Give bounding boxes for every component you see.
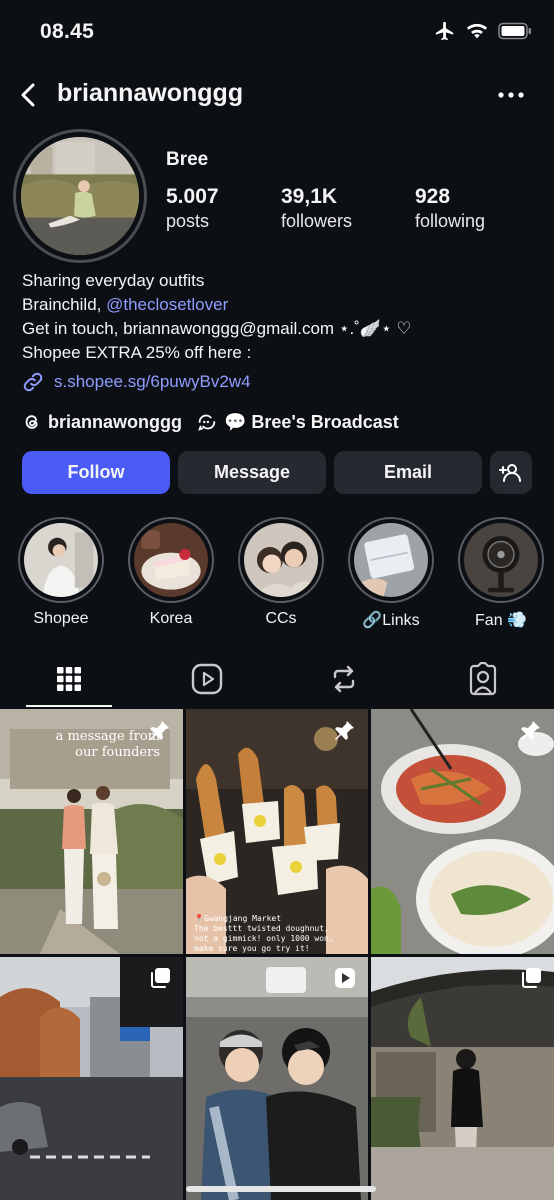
post-caption: a message from our founders xyxy=(55,729,160,760)
highlight-cover xyxy=(244,523,318,597)
post-caption: 📍Gwangjang Market The besttt twisted dou… xyxy=(194,914,334,953)
active-tab-indicator xyxy=(26,705,112,707)
highlight-ring xyxy=(18,517,104,603)
highlight-cover xyxy=(354,523,428,597)
threads-link[interactable]: briannawonggg xyxy=(22,412,182,433)
home-indicator[interactable] xyxy=(186,1186,376,1192)
airplane-icon xyxy=(435,21,454,41)
profile-avatar[interactable] xyxy=(13,129,147,263)
stat-label: followers xyxy=(281,211,353,231)
highlight-cover xyxy=(24,523,98,597)
stat-value: 928 xyxy=(415,185,451,208)
highlight-label: Shopee xyxy=(33,610,89,627)
profile-channels: briannawonggg 💬 Bree's Broadcast xyxy=(22,411,413,433)
post-tile[interactable]: 📍Gwangjang Market The besttt twisted dou… xyxy=(186,709,368,954)
post-tile[interactable] xyxy=(371,957,554,1200)
highlight-label: Korea xyxy=(149,610,193,627)
profile-header: briannawonggg xyxy=(0,72,554,118)
display-name: Bree xyxy=(166,149,209,170)
highlight-label: CCs xyxy=(265,610,297,627)
stat-following[interactable]: 928 following xyxy=(415,185,485,232)
back-icon[interactable] xyxy=(14,80,44,110)
link-icon xyxy=(23,372,43,392)
tagged-icon[interactable] xyxy=(466,662,500,696)
highlight-links[interactable]: 🔗Links xyxy=(348,517,434,630)
message-button[interactable]: Message xyxy=(178,451,326,494)
threads-handle: briannawonggg xyxy=(48,411,182,432)
reel-icon xyxy=(335,968,355,988)
pin-icon xyxy=(150,721,169,740)
threads-icon xyxy=(25,415,38,429)
highlight-cover xyxy=(134,523,208,597)
external-link[interactable]: s.shopee.sg/6puwyBv2w4 xyxy=(22,371,251,393)
stat-followers[interactable]: 39,1K followers xyxy=(281,185,352,232)
stat-value: 39,1K xyxy=(281,185,338,208)
bio-text: Brainchild, xyxy=(22,295,107,314)
suggest-people-button[interactable] xyxy=(490,451,532,494)
add-person-icon xyxy=(499,463,521,482)
highlight-shopee[interactable]: Shopee xyxy=(18,517,104,628)
reposts-icon[interactable] xyxy=(327,662,361,696)
status-time: 08.45 xyxy=(40,20,95,43)
header-username: briannawonggg xyxy=(57,79,244,107)
pin-icon xyxy=(521,721,540,740)
post-tile[interactable] xyxy=(371,709,554,954)
stat-label: following xyxy=(415,211,486,231)
pin-icon xyxy=(335,721,354,740)
status-bar: 08.45 xyxy=(0,0,554,66)
post-tile[interactable] xyxy=(186,957,368,1200)
highlight-ccs[interactable]: CCs xyxy=(238,517,324,628)
highlight-ring xyxy=(348,517,434,603)
highlight-label: Fan 💨 xyxy=(475,612,527,629)
bio-mention-link[interactable]: @theclosetlover xyxy=(106,295,228,314)
broadcast-icon xyxy=(198,414,216,431)
follow-button[interactable]: Follow xyxy=(22,451,170,494)
bio-line: Shopee EXTRA 25% off here : xyxy=(22,343,252,362)
profile-bio: Sharing everyday outfits Brainchild, @th… xyxy=(22,269,542,365)
highlight-ring xyxy=(238,517,324,603)
broadcast-name: 💬 Bree's Broadcast xyxy=(224,411,399,432)
battery-icon xyxy=(498,22,531,40)
status-icons xyxy=(434,20,532,42)
more-options-icon[interactable] xyxy=(496,80,526,110)
wifi-icon xyxy=(466,23,488,39)
avatar-photo xyxy=(21,137,139,255)
highlight-korea[interactable]: Korea xyxy=(128,517,214,628)
broadcast-channel-link[interactable]: 💬 Bree's Broadcast xyxy=(196,411,399,433)
highlight-ring xyxy=(128,517,214,603)
post-tile[interactable]: a message from our founders xyxy=(0,709,183,954)
carousel-icon xyxy=(151,968,170,988)
carousel-icon xyxy=(522,968,541,988)
bio-line: Sharing everyday outfits xyxy=(22,271,205,290)
email-button[interactable]: Email xyxy=(334,451,482,494)
bio-line: Brainchild, @theclosetlover xyxy=(22,293,542,317)
highlight-fan[interactable]: Fan 💨 xyxy=(458,517,544,630)
stat-value: 5.007 xyxy=(166,185,219,208)
stat-label: posts xyxy=(166,211,210,231)
profile-tabs xyxy=(0,654,554,708)
highlight-ring xyxy=(458,517,544,603)
grid-icon[interactable] xyxy=(52,662,86,696)
stat-posts[interactable]: 5.007 posts xyxy=(166,185,219,232)
highlight-cover xyxy=(464,523,538,597)
reels-icon[interactable] xyxy=(190,662,224,696)
post-tile[interactable] xyxy=(0,957,183,1200)
external-link-text: s.shopee.sg/6puwyBv2w4 xyxy=(54,372,251,391)
bio-line: Get in touch, briannawonggg@gmail.com ⋆.… xyxy=(22,319,412,338)
highlight-label: 🔗Links xyxy=(362,612,420,629)
